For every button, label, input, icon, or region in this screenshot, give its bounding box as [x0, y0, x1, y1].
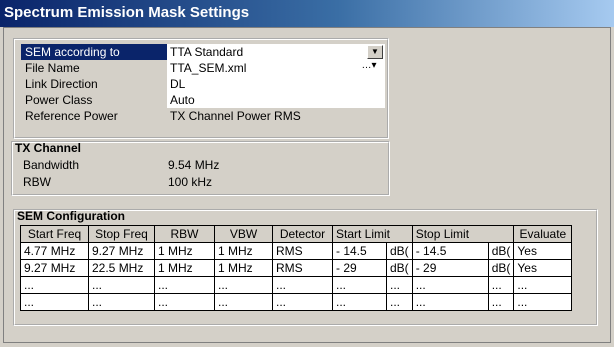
table-cell[interactable]: 1 MHz [154, 242, 215, 260]
window-title: Spectrum Emission Mask Settings [4, 4, 250, 21]
table-cell[interactable]: ... [487, 276, 515, 294]
table-cell[interactable]: ... [20, 276, 89, 294]
table-row[interactable]: 4.77 MHz 9.27 MHz 1 MHz 1 MHz RMS - 14.5… [20, 242, 573, 260]
table-cell[interactable]: ... [272, 293, 333, 311]
table-row[interactable]: ... ... ... ... ... ... ... ... ... ... [20, 276, 573, 294]
table-cell[interactable]: - 14.5 [411, 242, 489, 260]
table-cell[interactable]: 22.5 MHz [88, 259, 155, 277]
file-browse-icon[interactable]: …▾ [355, 60, 383, 74]
file-name-label: File Name [25, 61, 80, 75]
rbw-label: RBW [23, 175, 51, 189]
table-cell[interactable]: 4.77 MHz [20, 242, 89, 260]
sem-standard-value: TTA Standard [170, 45, 244, 59]
settings-group: SEM according to TTA Standard ▼ File Nam… [13, 38, 389, 139]
table-cell[interactable]: 9.27 MHz [88, 242, 155, 260]
table-cell[interactable]: ... [386, 276, 413, 294]
table-cell[interactable]: dB( [386, 242, 413, 260]
table-cell[interactable]: 1 MHz [214, 242, 273, 260]
table-cell[interactable]: ... [513, 276, 573, 294]
sem-configuration-table: Start Freq Stop Freq RBW VBW Detector St… [20, 225, 573, 311]
table-cell[interactable]: ... [20, 293, 89, 311]
table-cell[interactable]: dB( [487, 242, 515, 260]
column-header-start-limit[interactable]: Start Limit [332, 225, 413, 243]
link-direction-label: Link Direction [25, 77, 98, 91]
column-header-evaluate[interactable]: Evaluate [513, 225, 573, 243]
tx-channel-title: TX Channel [15, 141, 82, 155]
bandwidth-value: 9.54 MHz [168, 158, 220, 172]
chevron-down-icon[interactable]: ▼ [367, 45, 383, 59]
table-cell[interactable]: ... [88, 293, 155, 311]
table-cell[interactable]: Yes [513, 242, 573, 260]
table-cell[interactable]: dB( [487, 259, 515, 277]
table-cell[interactable]: - 29 [332, 259, 387, 277]
column-header-detector[interactable]: Detector [272, 225, 333, 243]
bandwidth-label: Bandwidth [23, 158, 80, 172]
table-cell[interactable]: ... [411, 293, 489, 311]
table-cell[interactable]: - 14.5 [332, 242, 387, 260]
column-header-rbw[interactable]: RBW [154, 225, 215, 243]
column-header-start-freq[interactable]: Start Freq [20, 225, 89, 243]
column-header-stop-freq[interactable]: Stop Freq [88, 225, 155, 243]
link-direction-field[interactable]: DL [167, 76, 385, 92]
table-cell[interactable]: ... [513, 293, 573, 311]
sem-configuration-group: SEM Configuration Start Freq Stop Freq R… [13, 209, 598, 326]
column-header-vbw[interactable]: VBW [214, 225, 273, 243]
table-cell[interactable]: ... [214, 276, 273, 294]
table-cell[interactable]: ... [332, 276, 387, 294]
sem-settings-dialog: SEM according to TTA Standard ▼ File Nam… [3, 27, 611, 343]
reference-power-value: TX Channel Power RMS [170, 109, 301, 123]
sem-standard-label[interactable]: SEM according to [21, 44, 169, 60]
sem-configuration-title: SEM Configuration [17, 209, 125, 223]
table-cell[interactable]: ... [386, 293, 413, 311]
table-cell[interactable]: 9.27 MHz [20, 259, 89, 277]
table-cell[interactable]: ... [154, 276, 215, 294]
file-name-field[interactable]: TTA_SEM.xml …▾ [167, 60, 385, 76]
table-cell[interactable]: Yes [513, 259, 573, 277]
table-cell[interactable]: ... [411, 276, 489, 294]
table-cell[interactable]: RMS [272, 259, 333, 277]
table-cell[interactable]: ... [88, 276, 155, 294]
table-cell[interactable]: dB( [386, 259, 413, 277]
table-cell[interactable]: RMS [272, 242, 333, 260]
file-name-value: TTA_SEM.xml [170, 61, 247, 75]
tx-channel-group: TX Channel Bandwidth 9.54 MHz RBW 100 kH… [11, 141, 390, 196]
sem-standard-dropdown[interactable]: TTA Standard ▼ [167, 44, 385, 60]
table-header-row: Start Freq Stop Freq RBW VBW Detector St… [20, 225, 573, 243]
title-bar: Spectrum Emission Mask Settings [0, 0, 614, 27]
reference-power-label: Reference Power [25, 109, 118, 123]
column-header-stop-limit[interactable]: Stop Limit [411, 225, 515, 243]
table-cell[interactable]: 1 MHz [214, 259, 273, 277]
table-cell[interactable]: ... [332, 293, 387, 311]
table-cell[interactable]: ... [487, 293, 515, 311]
power-class-field[interactable]: Auto [167, 92, 385, 108]
table-row[interactable]: 9.27 MHz 22.5 MHz 1 MHz 1 MHz RMS - 29 d… [20, 259, 573, 277]
rbw-value: 100 kHz [168, 175, 213, 189]
power-class-label: Power Class [25, 93, 93, 107]
table-row[interactable]: ... ... ... ... ... ... ... ... ... ... [20, 293, 573, 311]
table-cell[interactable]: - 29 [411, 259, 489, 277]
table-cell[interactable]: 1 MHz [154, 259, 215, 277]
table-cell[interactable]: ... [214, 293, 273, 311]
table-cell[interactable]: ... [154, 293, 215, 311]
table-cell[interactable]: ... [272, 276, 333, 294]
